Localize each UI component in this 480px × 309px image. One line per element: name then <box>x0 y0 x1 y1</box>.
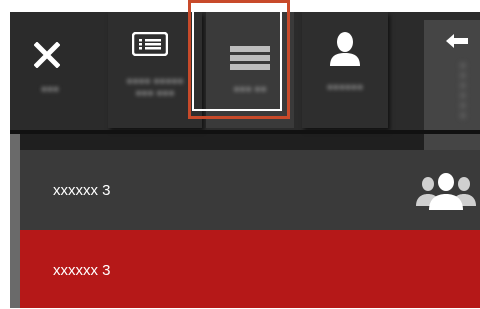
toolbar: ●●● ●●●● ●●●●● ●●● ●●● ●●● ●● ●●●●●● ●●●… <box>10 12 480 152</box>
user-icon <box>328 32 362 66</box>
user-button[interactable]: ●●●●●● <box>302 12 388 128</box>
group-icon <box>416 172 476 217</box>
menu-button[interactable]: ●●● ●● <box>206 12 294 128</box>
list-item-label: xxxxxx 3 <box>53 261 111 279</box>
arrow-left-icon <box>446 34 468 48</box>
app-frame: ●●● ●●●● ●●●●● ●●● ●●● ●●● ●● ●●●●●● ●●●… <box>10 12 480 308</box>
close-icon <box>34 42 60 68</box>
list-item[interactable]: xxxxxx 3 <box>20 150 480 230</box>
user-label: ●●●●●● <box>326 82 364 93</box>
close-button[interactable]: ●●● <box>10 12 102 128</box>
list-view-label: ●●●● ●●●●● ●●● ●●● <box>126 76 184 99</box>
list-item-label: xxxxxx 3 <box>53 181 111 199</box>
menu-label: ●●● ●● <box>233 84 267 95</box>
side-panel-label: ●●●●●● <box>458 60 468 120</box>
conversation-list: xxxxxx 3 xxxxxx 3 <box>20 150 480 308</box>
menu-icon <box>230 46 270 70</box>
left-edge <box>10 134 20 308</box>
list-view-button[interactable]: ●●●● ●●●●● ●●● ●●● <box>108 12 202 128</box>
toolbar-divider <box>10 130 480 134</box>
list-icon <box>132 32 168 56</box>
close-label: ●●● <box>40 84 60 95</box>
list-item[interactable]: xxxxxx 3 <box>20 230 480 308</box>
